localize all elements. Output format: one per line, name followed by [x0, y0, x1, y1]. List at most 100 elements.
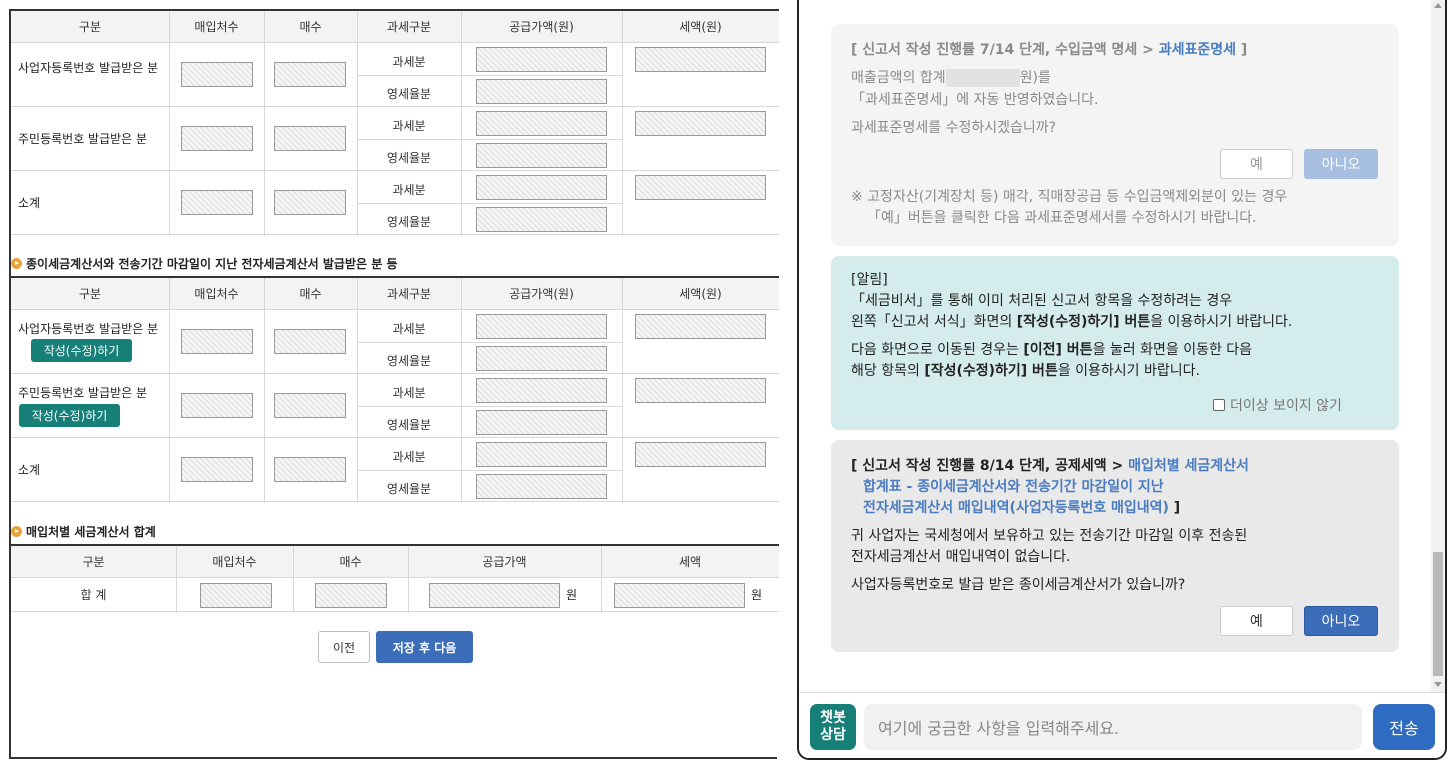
tax-amount-field[interactable] [635, 111, 766, 136]
question-text: 과세표준명세를 수정하시겠습니까? [851, 120, 1057, 136]
supply-amount-field[interactable] [476, 314, 607, 339]
prev-button[interactable]: 이전 [318, 631, 370, 663]
row-label: 소계 [18, 463, 41, 477]
checkbox[interactable] [1213, 399, 1225, 411]
supply-amount-field[interactable] [476, 410, 607, 435]
row-label: 사업자등록번호 발급받은 분 [18, 322, 159, 336]
chat-messages: [ 신고서 작성 진행률 7/14 단계, 수입금액 명세 > 과세표준명세 ]… [799, 0, 1431, 692]
header-link[interactable]: 과세표준명세 [1159, 42, 1236, 58]
table-row: 소계 과세분 영세율분 [11, 171, 779, 235]
count-field[interactable] [274, 329, 346, 354]
count-field[interactable] [274, 393, 346, 418]
edit-button[interactable]: 작성(수정)하기 [19, 404, 120, 427]
supply-amount-field[interactable] [476, 207, 607, 232]
supply-amount-field[interactable] [476, 346, 607, 371]
tax-amount-field[interactable] [635, 314, 766, 339]
header-link[interactable]: 합계표 - 종이세금계산서와 전송기간 마감일이 지난 [863, 477, 1164, 498]
count-field[interactable] [315, 583, 387, 608]
tax-type-taxable: 과세분 [392, 119, 426, 133]
supply-amount-field[interactable] [429, 583, 560, 608]
supply-amount-field[interactable] [476, 79, 607, 104]
line-text-bold: [작성(수정)하기] 버튼 [1016, 314, 1151, 330]
tax-amount-field[interactable] [635, 442, 766, 467]
col-header-supply-amount: 공급가액(원) [509, 287, 574, 301]
yes-button[interactable]: 예 [1220, 149, 1293, 179]
header-prefix: [ 신고서 작성 진행률 7/14 단계, 수입금액 명세 > [851, 42, 1159, 58]
table-header-row: 구분 매입처수 매수 과세구분 공급가액(원) 세액(원) [11, 278, 779, 310]
supply-amount-field[interactable] [476, 111, 607, 136]
header-link[interactable]: 매입처별 세금계산서 [1128, 458, 1249, 474]
tax-amount-field[interactable] [635, 175, 766, 200]
section-title-total: 매입처별 세금계산서 합계 [11, 523, 156, 540]
header-prefix: [ 신고서 작성 진행률 8/14 단계, 공제세액 > [851, 458, 1129, 474]
row-label: 주민등록번호 발급받은 분 [18, 132, 148, 146]
col-header-suppliers: 매입처수 [194, 287, 239, 301]
count-field[interactable] [274, 126, 346, 151]
progress-header: [ 신고서 작성 진행률 7/14 단계, 수입금액 명세 > 과세표준명세 ] [851, 40, 1247, 61]
chat-scrollbar[interactable] [1431, 0, 1445, 692]
count-field[interactable] [274, 190, 346, 215]
note-text: 「예」버튼을 클릭한 다음 과세표준명세서를 수정하시기 바랍니다. [867, 210, 1257, 226]
dont-show-again-option[interactable]: 더이상 보이지 않기 [1213, 395, 1342, 415]
col-header-category: 구분 [82, 555, 105, 569]
tax-type-zero-rate: 영세율분 [386, 418, 432, 432]
tax-type-taxable: 과세분 [392, 386, 426, 400]
suppliers-field[interactable] [181, 457, 253, 482]
question-text: 사업자등록번호로 발급 받은 종이세금계산서가 있습니까? [851, 577, 1186, 593]
suppliers-field[interactable] [181, 393, 253, 418]
supply-amount-field[interactable] [476, 47, 607, 72]
tax-amount-field[interactable] [635, 378, 766, 403]
table-row: 소계 과세분 영세율분 [11, 438, 779, 502]
scroll-thumb[interactable] [1433, 552, 1443, 676]
supply-amount-field[interactable] [476, 474, 607, 499]
suppliers-field[interactable] [181, 126, 253, 151]
supply-amount-field[interactable] [476, 143, 607, 168]
chat-input[interactable]: 여기에 궁금한 사항을 입력해주세요. [864, 704, 1362, 750]
count-field[interactable] [274, 457, 346, 482]
count-field[interactable] [274, 62, 346, 87]
col-header-count: 매수 [299, 20, 322, 34]
table-row: 주민등록번호 발급받은 분 과세분 영세율분 [11, 107, 779, 171]
scroll-up-icon[interactable] [1434, 3, 1442, 8]
table-electronic-invoices: 구분 매입처수 매수 과세구분 공급가액(원) 세액(원) 사업자등록번호 발급… [11, 9, 779, 236]
message-line: 귀 사업자는 국세청에서 보유하고 있는 전송기간 마감일 이후 전송된 [851, 528, 1248, 544]
message-line: 매출금액의 합계 원)를 [851, 68, 1051, 89]
col-header-tax-amount: 세액 [678, 555, 702, 569]
no-button[interactable]: 아니오 [1304, 606, 1378, 636]
line-text: 을 이용하시기 바랍니다. [1150, 314, 1293, 330]
notice-card: [알림] 「세금비서」를 통해 이미 처리된 신고서 항목을 수정하려는 경우 … [831, 256, 1399, 430]
tax-amount-field[interactable] [635, 47, 766, 72]
line-text-bold: [이전] 버튼 [1023, 342, 1093, 358]
no-button[interactable]: 아니오 [1304, 149, 1378, 179]
total-label: 합 계 [80, 588, 107, 602]
tax-type-zero-rate: 영세율분 [386, 354, 432, 368]
col-header-category: 구분 [78, 20, 102, 34]
col-header-tax-type: 과세구분 [386, 287, 432, 301]
edit-button[interactable]: 작성(수정)하기 [31, 339, 132, 362]
supply-amount-field[interactable] [476, 442, 607, 467]
message-line: 전자세금계산서 매입내역이 없습니다. [851, 549, 1071, 565]
yes-button[interactable]: 예 [1220, 606, 1293, 636]
row-label: 소계 [18, 196, 41, 210]
line-text-bold: [작성(수정)하기] 버튼 [924, 363, 1058, 379]
header-suffix: ] [1168, 500, 1181, 516]
table-row: 사업자등록번호 발급받은 분 과세분 영세율분 [11, 43, 779, 107]
tax-amount-field[interactable] [614, 583, 745, 608]
col-header-tax-amount: 세액(원) [679, 287, 722, 301]
col-header-tax-amount: 세액(원) [679, 20, 722, 34]
suppliers-field[interactable] [181, 329, 253, 354]
notice-line: 다음 화면으로 이동된 경우는 [이전] 버튼을 눌러 화면을 이동한 다음 [851, 340, 1252, 361]
save-next-button[interactable]: 저장 후 다음 [376, 631, 473, 663]
suppliers-field[interactable] [181, 190, 253, 215]
supply-amount-field[interactable] [476, 378, 607, 403]
suppliers-field[interactable] [181, 62, 253, 87]
scroll-down-icon[interactable] [1434, 682, 1442, 687]
supply-amount-field[interactable] [476, 175, 607, 200]
table-header-row: 구분 매입처수 매수 과세구분 공급가액(원) 세액(원) [11, 11, 779, 43]
send-button[interactable]: 전송 [1373, 704, 1435, 750]
col-header-count: 매수 [339, 555, 362, 569]
suppliers-field[interactable] [200, 583, 272, 608]
chat-message-card: [ 신고서 작성 진행률 7/14 단계, 수입금액 명세 > 과세표준명세 ]… [831, 24, 1399, 246]
notice-line: 「세금비서」를 통해 이미 처리된 신고서 항목을 수정하려는 경우 [851, 293, 1233, 309]
header-link[interactable]: 전자세금계산서 매입내역(사업자등록번호 매입내역) [863, 500, 1169, 516]
